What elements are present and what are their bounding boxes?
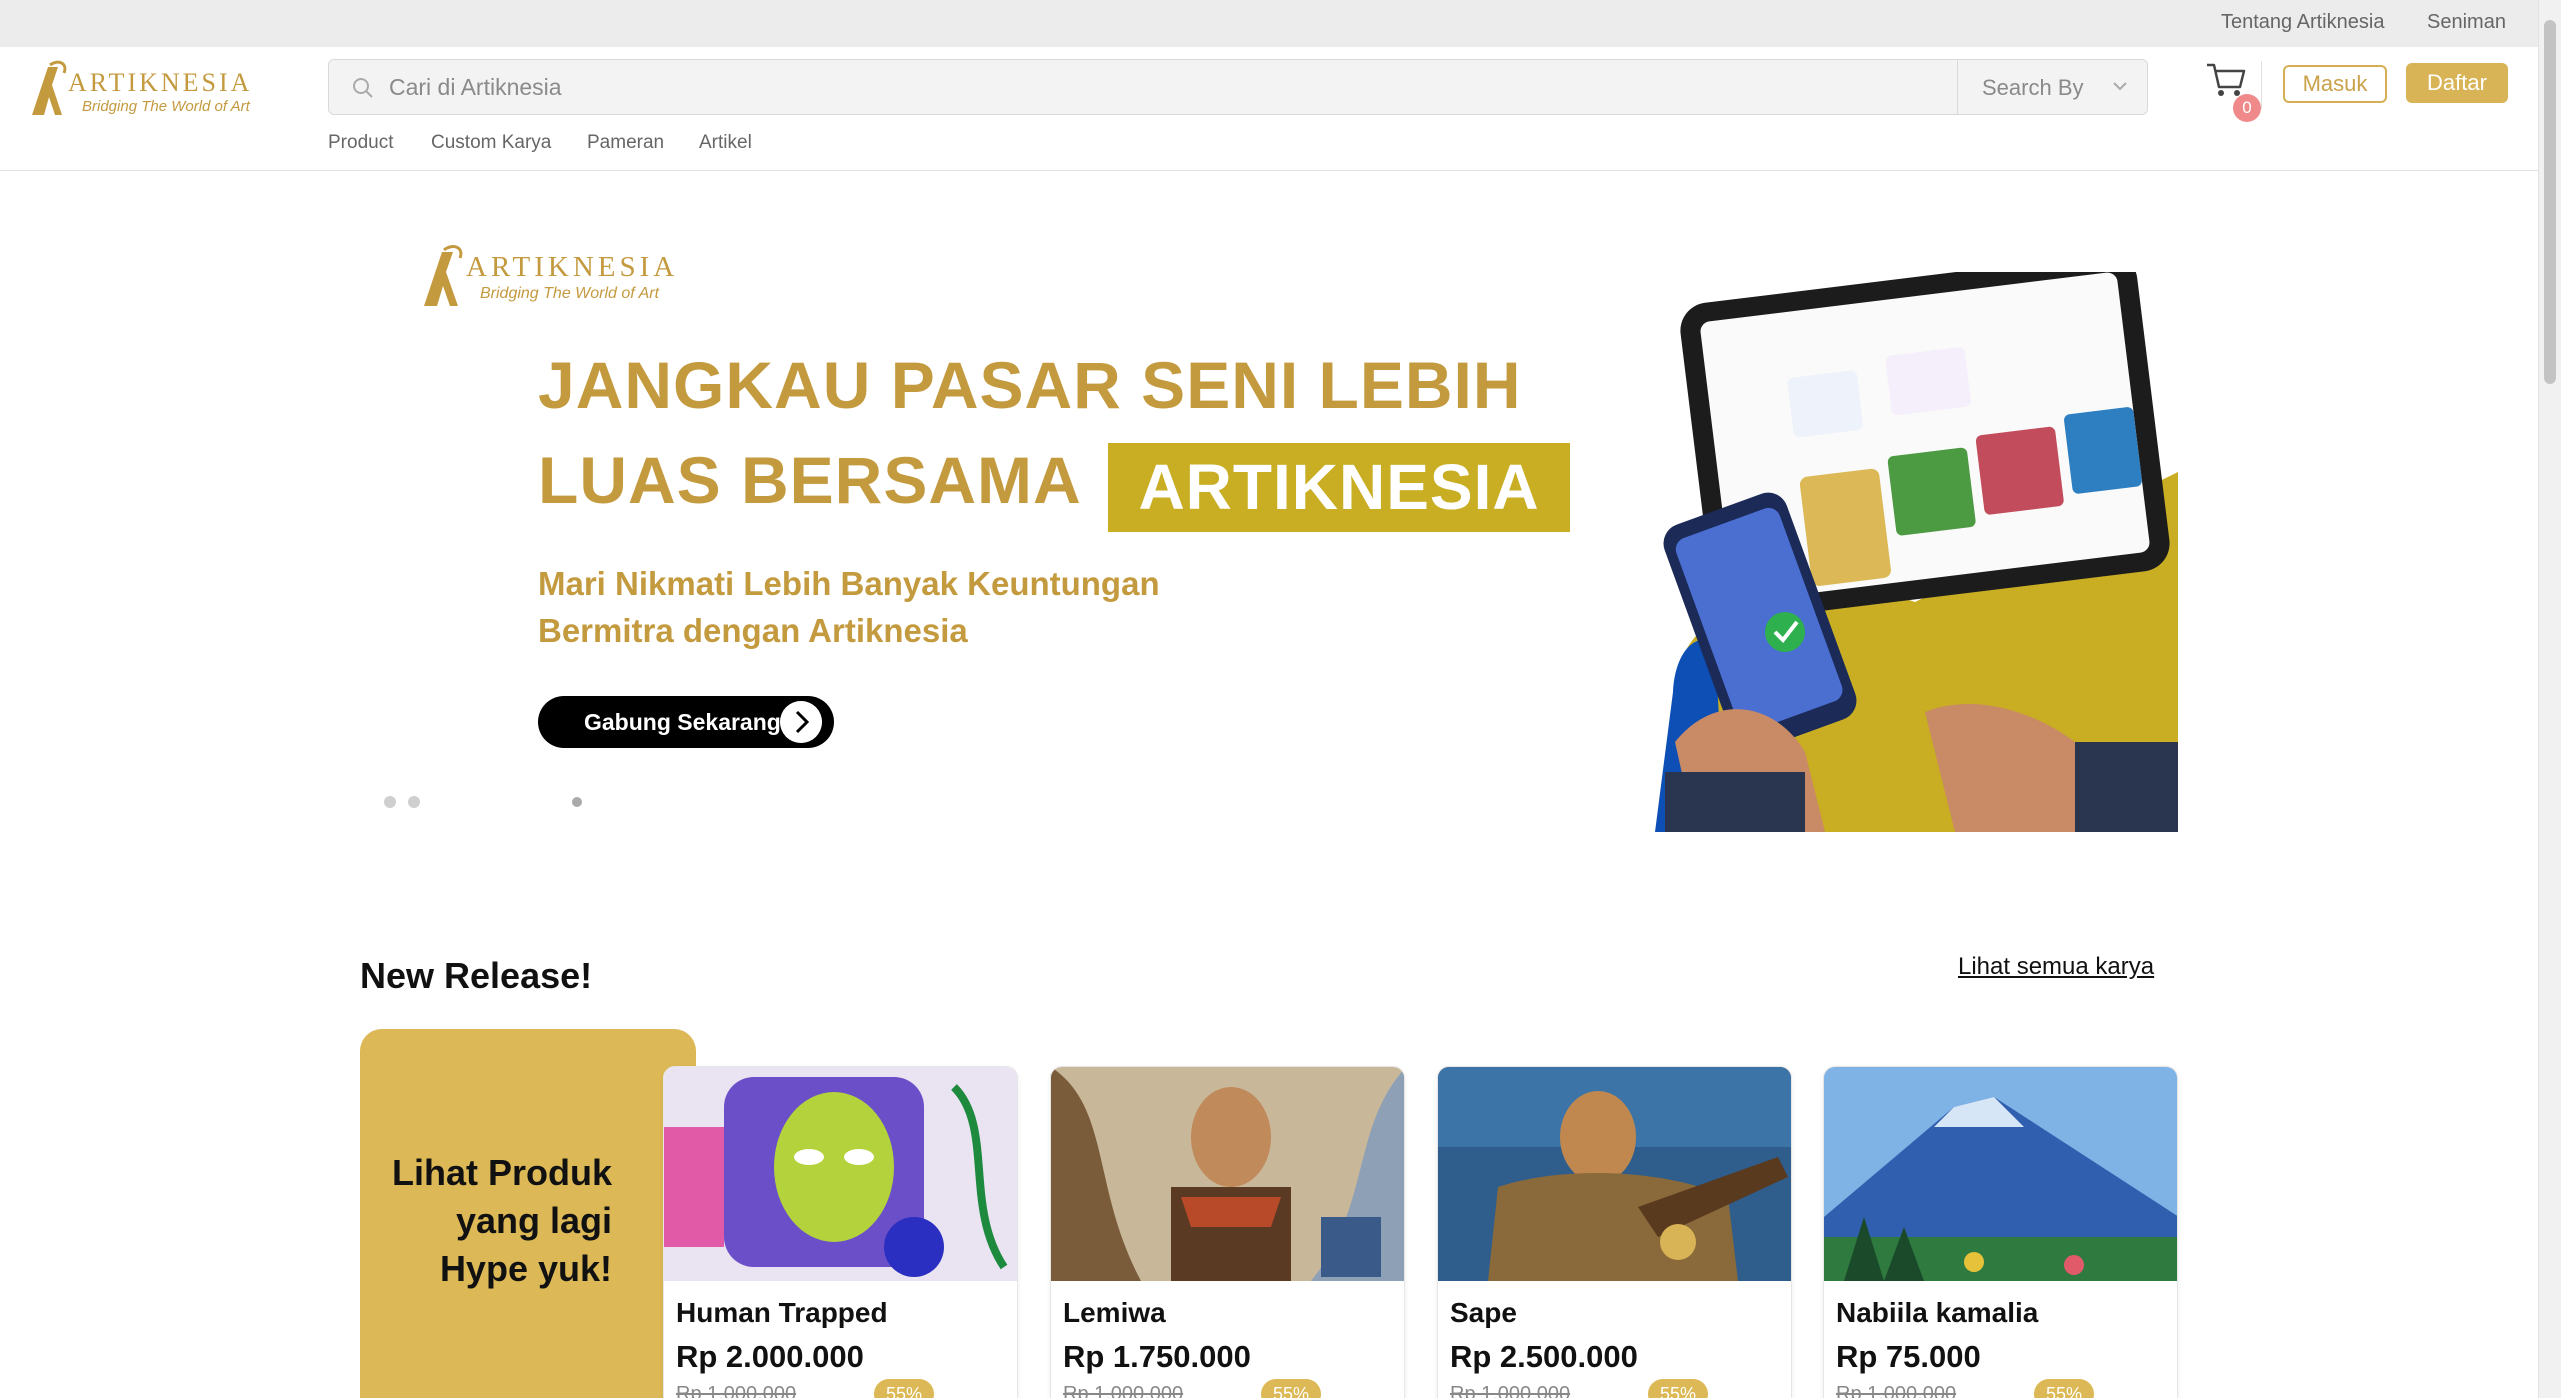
hype-promo-text: Lihat Produk yang lagi Hype yuk! (391, 1152, 612, 1289)
product-card[interactable]: Human Trapped Rp 2.000.000 Rp 1.000.000 … (663, 1066, 1018, 1398)
search-input[interactable] (389, 68, 1939, 106)
product-old-price: Rp 1.000.000 (1450, 1383, 1571, 1398)
discount-badge: 55% (1261, 1379, 1321, 1398)
product-price: Rp 1.750.000 (1063, 1339, 1251, 1374)
product-price: Rp 2.500.000 (1450, 1339, 1638, 1374)
see-all-link[interactable]: Lihat semua karya (1958, 953, 2154, 981)
carousel-dot-active[interactable] (572, 797, 582, 807)
hero-subtitle-line2: Bermitra dengan Artiknesia (538, 612, 968, 649)
search-icon (353, 78, 373, 98)
discount-badge: 55% (2034, 1379, 2094, 1398)
utility-bar: Tentang Artiknesia Seniman (0, 0, 2538, 47)
artist-link[interactable]: Seniman (2427, 11, 2506, 34)
hero-logo: ARTIKNESIA Bridging The World of Art (424, 245, 678, 306)
hero-headline-line1: JANGKAU PASAR SENI LEBIH (538, 348, 1522, 422)
search-bar: Search By (328, 59, 2148, 115)
logo-tagline: Bridging The World of Art (82, 98, 251, 115)
product-name: Lemiwa (1063, 1297, 1166, 1328)
hero-logo-wordmark: ARTIKNESIA (466, 251, 678, 283)
product-price: Rp 2.000.000 (676, 1339, 864, 1374)
discount-badge: 55% (874, 1379, 934, 1398)
hero-banner[interactable]: ARTIKNESIA Bridging The World of Art JAN… (360, 172, 2178, 832)
arrow-right-icon[interactable] (780, 701, 822, 743)
discount-badge: 55% (1648, 1379, 1708, 1398)
product-image (1824, 1067, 2177, 1281)
nav-item-product[interactable]: Product (328, 132, 393, 154)
new-release-title: New Release! (360, 955, 593, 996)
cart-count-badge: 0 (2233, 94, 2261, 122)
search-by-label: Search By (1982, 75, 2084, 100)
logo-wordmark: ARTIKNESIA (68, 68, 252, 97)
site-header: ARTIKNESIA Bridging The World of Art Sea… (0, 47, 2538, 171)
about-link[interactable]: Tentang Artiknesia (2221, 11, 2384, 34)
search-by-dropdown[interactable]: Search By (1957, 60, 2147, 114)
nav-item-custom-karya[interactable]: Custom Karya (431, 132, 551, 154)
product-name: Nabiila kamalia (1836, 1297, 2039, 1328)
header-divider (2261, 61, 2262, 109)
product-card[interactable]: Sape Rp 2.500.000 Rp 1.000.000 55% (1437, 1066, 1792, 1398)
product-old-price: Rp 1.000.000 (1063, 1383, 1184, 1398)
login-button[interactable]: Masuk (2283, 65, 2387, 103)
product-card[interactable]: Nabiila kamalia Rp 75.000 Rp 1.000.000 5… (1823, 1066, 2178, 1398)
artiknesia-logo[interactable]: ARTIKNESIA Bridging The World of Art (28, 59, 278, 121)
product-image (1051, 1067, 1404, 1281)
product-name: Human Trapped (676, 1297, 888, 1328)
scrollbar-thumb[interactable] (2544, 20, 2556, 384)
carousel-dots (384, 796, 582, 810)
page-root: Tentang Artiknesia Seniman ARTIKNESIA Br… (0, 0, 2561, 1398)
product-old-price: Rp 1.000.000 (676, 1383, 797, 1398)
hero-subtitle-line1: Mari Nikmati Lebih Banyak Keuntungan (538, 565, 1160, 602)
product-old-price: Rp 1.000.000 (1836, 1383, 1957, 1398)
cart-icon[interactable] (2204, 59, 2248, 99)
hero-logo-tagline: Bridging The World of Art (480, 285, 660, 302)
nav-item-artikel[interactable]: Artikel (699, 132, 752, 154)
hype-promo-card[interactable]: Lihat Produk yang lagi Hype yuk! (360, 1029, 696, 1398)
hero-illustration (1655, 272, 2178, 832)
page-scrollbar[interactable] (2538, 0, 2561, 1398)
product-name: Sape (1450, 1297, 1517, 1328)
carousel-dot[interactable] (384, 796, 396, 808)
product-image (1438, 1067, 1791, 1281)
nav-item-pameran[interactable]: Pameran (587, 132, 664, 154)
hero-brand-box: ARTIKNESIA (1108, 443, 1570, 532)
product-card[interactable]: Lemiwa Rp 1.750.000 Rp 1.000.000 55% (1050, 1066, 1405, 1398)
carousel-dot[interactable] (408, 796, 420, 808)
product-image (664, 1067, 1017, 1281)
register-button[interactable]: Daftar (2406, 63, 2508, 103)
product-price: Rp 75.000 (1836, 1339, 1981, 1374)
chevron-down-icon (2113, 82, 2127, 91)
hero-headline-line2: LUAS BERSAMA (538, 443, 1082, 517)
